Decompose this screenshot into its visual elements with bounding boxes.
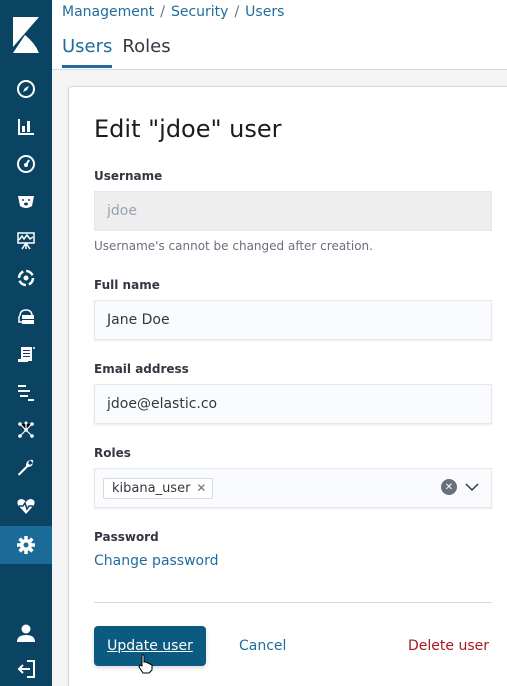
nav-discover[interactable] xyxy=(0,70,52,108)
bar-chart-icon xyxy=(18,119,34,135)
nav-monitoring[interactable] xyxy=(0,487,52,525)
compass-icon xyxy=(17,80,35,98)
timeline-icon xyxy=(18,385,34,401)
kibana-logo-icon xyxy=(13,17,39,53)
chevron-down-icon[interactable] xyxy=(465,482,479,492)
nav-dashboard[interactable] xyxy=(0,145,52,183)
divider xyxy=(94,602,492,603)
nav-logs[interactable] xyxy=(0,335,52,373)
cancel-button[interactable]: Cancel xyxy=(239,638,286,654)
nav-logout[interactable] xyxy=(0,650,52,686)
breadcrumb-separator: / xyxy=(234,4,240,20)
logout-icon xyxy=(17,660,35,678)
breadcrumb-users[interactable]: Users xyxy=(245,4,284,20)
canvas-icon xyxy=(18,196,34,208)
gear-icon xyxy=(17,536,35,554)
roles-label: Roles xyxy=(94,446,131,460)
email-value: jdoe@elastic.co xyxy=(107,396,218,412)
nav-visualize[interactable] xyxy=(0,107,52,145)
nav-machine-learning[interactable] xyxy=(0,221,52,259)
apm-icon xyxy=(17,269,35,287)
username-help-text: Username's cannot be changed after creat… xyxy=(94,239,373,253)
nav-management[interactable] xyxy=(0,526,52,564)
nav-infrastructure[interactable] xyxy=(0,297,52,335)
nav-timelion[interactable] xyxy=(0,373,52,411)
full-name-label: Full name xyxy=(94,278,160,292)
full-name-field[interactable]: Jane Doe xyxy=(94,300,492,340)
tab-roles[interactable]: Roles xyxy=(122,36,170,68)
nav-canvas[interactable] xyxy=(0,183,52,221)
edit-user-panel: Edit "jdoe" user Username jdoe Username'… xyxy=(68,86,507,686)
infrastructure-icon xyxy=(18,309,34,324)
page-title: Edit "jdoe" user xyxy=(94,115,282,143)
kibana-logo[interactable] xyxy=(0,0,52,70)
username-label: Username xyxy=(94,169,163,183)
email-label: Email address xyxy=(94,362,189,376)
sidebar-nav xyxy=(0,0,52,686)
breadcrumb-security[interactable]: Security xyxy=(171,4,229,20)
dashboard-icon xyxy=(17,155,35,173)
breadcrumb-management[interactable]: Management xyxy=(62,4,154,20)
logs-icon xyxy=(18,347,35,362)
username-field: jdoe xyxy=(94,191,492,231)
tab-users[interactable]: Users xyxy=(62,36,113,68)
clear-icon[interactable]: ✕ xyxy=(441,479,457,495)
nav-graph[interactable] xyxy=(0,411,52,449)
roles-combobox[interactable]: kibana_user ✕ ✕ xyxy=(94,468,492,508)
role-chip: kibana_user ✕ xyxy=(103,477,214,499)
change-password-link[interactable]: Change password xyxy=(94,553,219,569)
user-icon xyxy=(17,624,35,642)
role-chip-label: kibana_user xyxy=(112,480,191,496)
nav-dev-tools[interactable] xyxy=(0,449,52,487)
nav-apm[interactable] xyxy=(0,259,52,297)
ml-icon xyxy=(17,232,35,250)
breadcrumb-separator: / xyxy=(160,4,165,20)
email-field[interactable]: jdoe@elastic.co xyxy=(94,384,492,424)
nav-user[interactable] xyxy=(0,614,52,652)
breadcrumb: Management / Security / Users xyxy=(62,4,284,20)
delete-user-button[interactable]: Delete user xyxy=(408,638,489,654)
remove-role-icon[interactable]: ✕ xyxy=(196,481,206,495)
full-name-value: Jane Doe xyxy=(107,312,170,328)
tabs: Users Roles xyxy=(62,36,181,68)
username-value: jdoe xyxy=(107,203,137,219)
graph-icon xyxy=(18,421,34,438)
password-label: Password xyxy=(94,530,159,544)
page-header: Management / Security / Users Users Roles xyxy=(52,0,507,70)
heartbeat-icon xyxy=(17,499,35,514)
wrench-icon xyxy=(18,459,34,476)
hand-cursor-icon xyxy=(138,654,153,674)
